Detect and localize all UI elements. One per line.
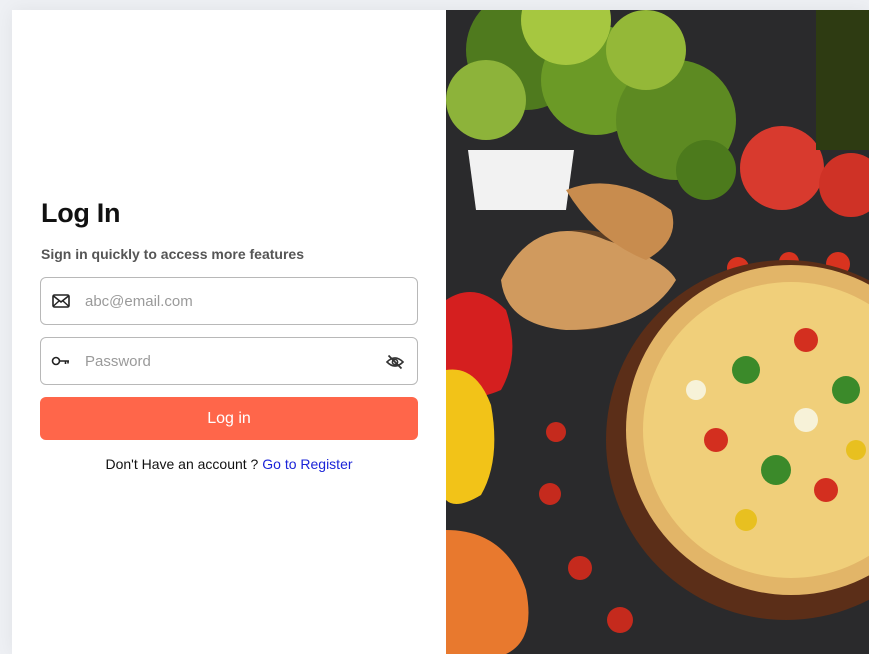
- eye-slash-icon[interactable]: [385, 352, 405, 372]
- email-field[interactable]: [40, 277, 418, 325]
- envelope-icon: [37, 294, 85, 308]
- register-prompt: Don't Have an account ? Go to Register: [12, 456, 446, 472]
- login-button[interactable]: Log in: [40, 397, 418, 440]
- page-subtitle: Sign in quickly to access more features: [41, 246, 304, 262]
- register-link[interactable]: Go to Register: [262, 456, 352, 472]
- register-prompt-text: Don't Have an account ?: [105, 456, 263, 472]
- bottle-decoration: [816, 10, 869, 150]
- password-field[interactable]: [40, 337, 418, 385]
- hero-image: [446, 10, 869, 654]
- page-title: Log In: [41, 198, 121, 228]
- login-card: Log In Sign in quickly to access more fe…: [12, 10, 869, 654]
- password-input[interactable]: [85, 352, 365, 370]
- key-icon: [37, 355, 85, 367]
- login-panel: Log In Sign in quickly to access more fe…: [12, 10, 446, 654]
- email-input[interactable]: [85, 292, 365, 310]
